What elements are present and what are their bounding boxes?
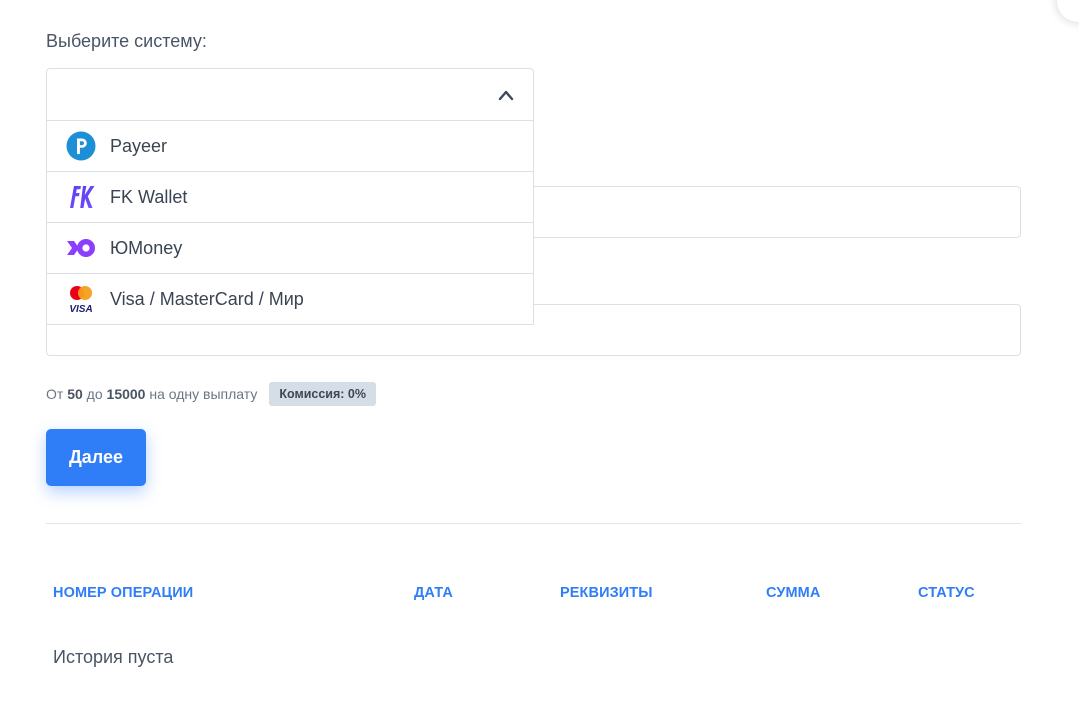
payment-system-dropdown: Payeer FK Wallet ЮMoney VISA Visa / Mast… — [46, 120, 534, 325]
next-button[interactable]: Далее — [46, 429, 146, 486]
svg-text:VISA: VISA — [69, 304, 92, 314]
limits-prefix: От — [46, 386, 64, 402]
option-fk-wallet[interactable]: FK Wallet — [47, 171, 533, 222]
select-system-label: Выберите систему: — [46, 31, 207, 51]
option-label: Payeer — [110, 135, 168, 156]
section-divider — [46, 523, 1021, 524]
cards-icon: VISA — [66, 284, 96, 314]
option-payeer[interactable]: Payeer — [47, 120, 533, 171]
limits-mid: до — [86, 386, 103, 402]
limits-max: 15000 — [106, 386, 146, 402]
history-empty-text: История пуста — [53, 647, 174, 667]
option-label: Visa / MasterCard / Мир — [110, 288, 304, 309]
column-header-details: РЕКВИЗИТЫ — [560, 585, 653, 601]
limits-min: 50 — [67, 386, 83, 402]
column-header-status: СТАТУС — [918, 585, 975, 601]
option-label: ЮMoney — [110, 237, 183, 258]
corner-avatar-edge — [1057, 0, 1079, 22]
payout-limits: От 50 до 15000 на одну выплату Комиссия:… — [46, 382, 376, 406]
column-header-date: ДАТА — [414, 585, 453, 601]
column-header-amount: СУММА — [766, 585, 821, 601]
option-cards[interactable]: VISA Visa / MasterCard / Мир — [47, 273, 533, 324]
limits-suffix: на одну выплату — [149, 386, 258, 402]
column-header-operation-number: НОМЕР ОПЕРАЦИИ — [53, 585, 194, 601]
payment-system-select[interactable] — [46, 68, 534, 121]
chevron-up-icon — [498, 90, 514, 101]
option-label: FK Wallet — [110, 186, 188, 207]
fk-wallet-icon — [66, 182, 96, 212]
payeer-icon — [66, 131, 96, 161]
option-yoomoney[interactable]: ЮMoney — [47, 222, 533, 273]
yoomoney-icon — [66, 233, 96, 263]
commission-badge: Комиссия: 0% — [269, 382, 376, 406]
